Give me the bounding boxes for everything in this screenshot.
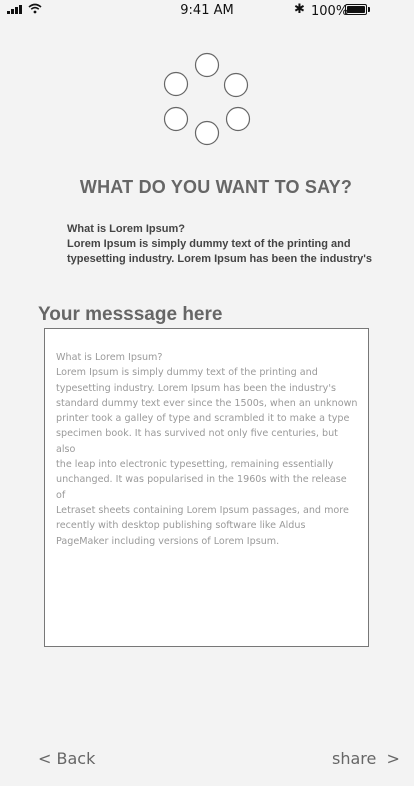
message-line: the leap into electronic typesetting, re… bbox=[56, 459, 334, 471]
message-line: standard dummy text ever since the 1500s… bbox=[56, 397, 358, 409]
intro-text: What is Lorem Ipsum? Lorem Ipsum is simp… bbox=[67, 222, 387, 267]
message-line: printer took a galley of type and scramb… bbox=[56, 413, 350, 425]
message-line: Lorem Ipsum is simply dummy text of the … bbox=[56, 367, 318, 379]
message-line: unchanged. It was popularised in the 196… bbox=[56, 474, 347, 501]
page-title: WHAT DO YOU WANT TO SAY? bbox=[79, 177, 353, 197]
message-line: What is Lorem Ipsum? bbox=[56, 352, 163, 363]
message-line: PageMaker including versions of Lorem Ip… bbox=[56, 535, 280, 547]
share-button[interactable]: share > bbox=[332, 749, 400, 768]
message-line: recently with desktop publishing softwar… bbox=[56, 520, 306, 532]
intro-line: typesetting industry. Lorem Ipsum has be… bbox=[67, 253, 372, 265]
battery-icon bbox=[345, 4, 370, 15]
message-line: Letraset sheets containing Lorem Ipsum p… bbox=[56, 504, 349, 516]
message-line: typesetting industry. Lorem Ipsum has be… bbox=[56, 382, 336, 394]
loading-spinner-icon bbox=[163, 52, 251, 146]
battery-percent: 100% bbox=[311, 4, 349, 19]
back-button[interactable]: < Back bbox=[38, 749, 95, 768]
message-label: Your messsage here bbox=[38, 304, 223, 325]
intro-line: Lorem Ipsum is simply dummy text of the … bbox=[67, 238, 351, 250]
message-textarea[interactable]: What is Lorem Ipsum? Lorem Ipsum is simp… bbox=[44, 328, 369, 647]
message-line: specimen book. It has survived not only … bbox=[56, 428, 338, 455]
intro-question: What is Lorem Ipsum? bbox=[67, 223, 185, 235]
status-bar: 9:41 AM ✱ 100% bbox=[0, 0, 414, 22]
bluetooth-icon: ✱ bbox=[294, 2, 305, 17]
